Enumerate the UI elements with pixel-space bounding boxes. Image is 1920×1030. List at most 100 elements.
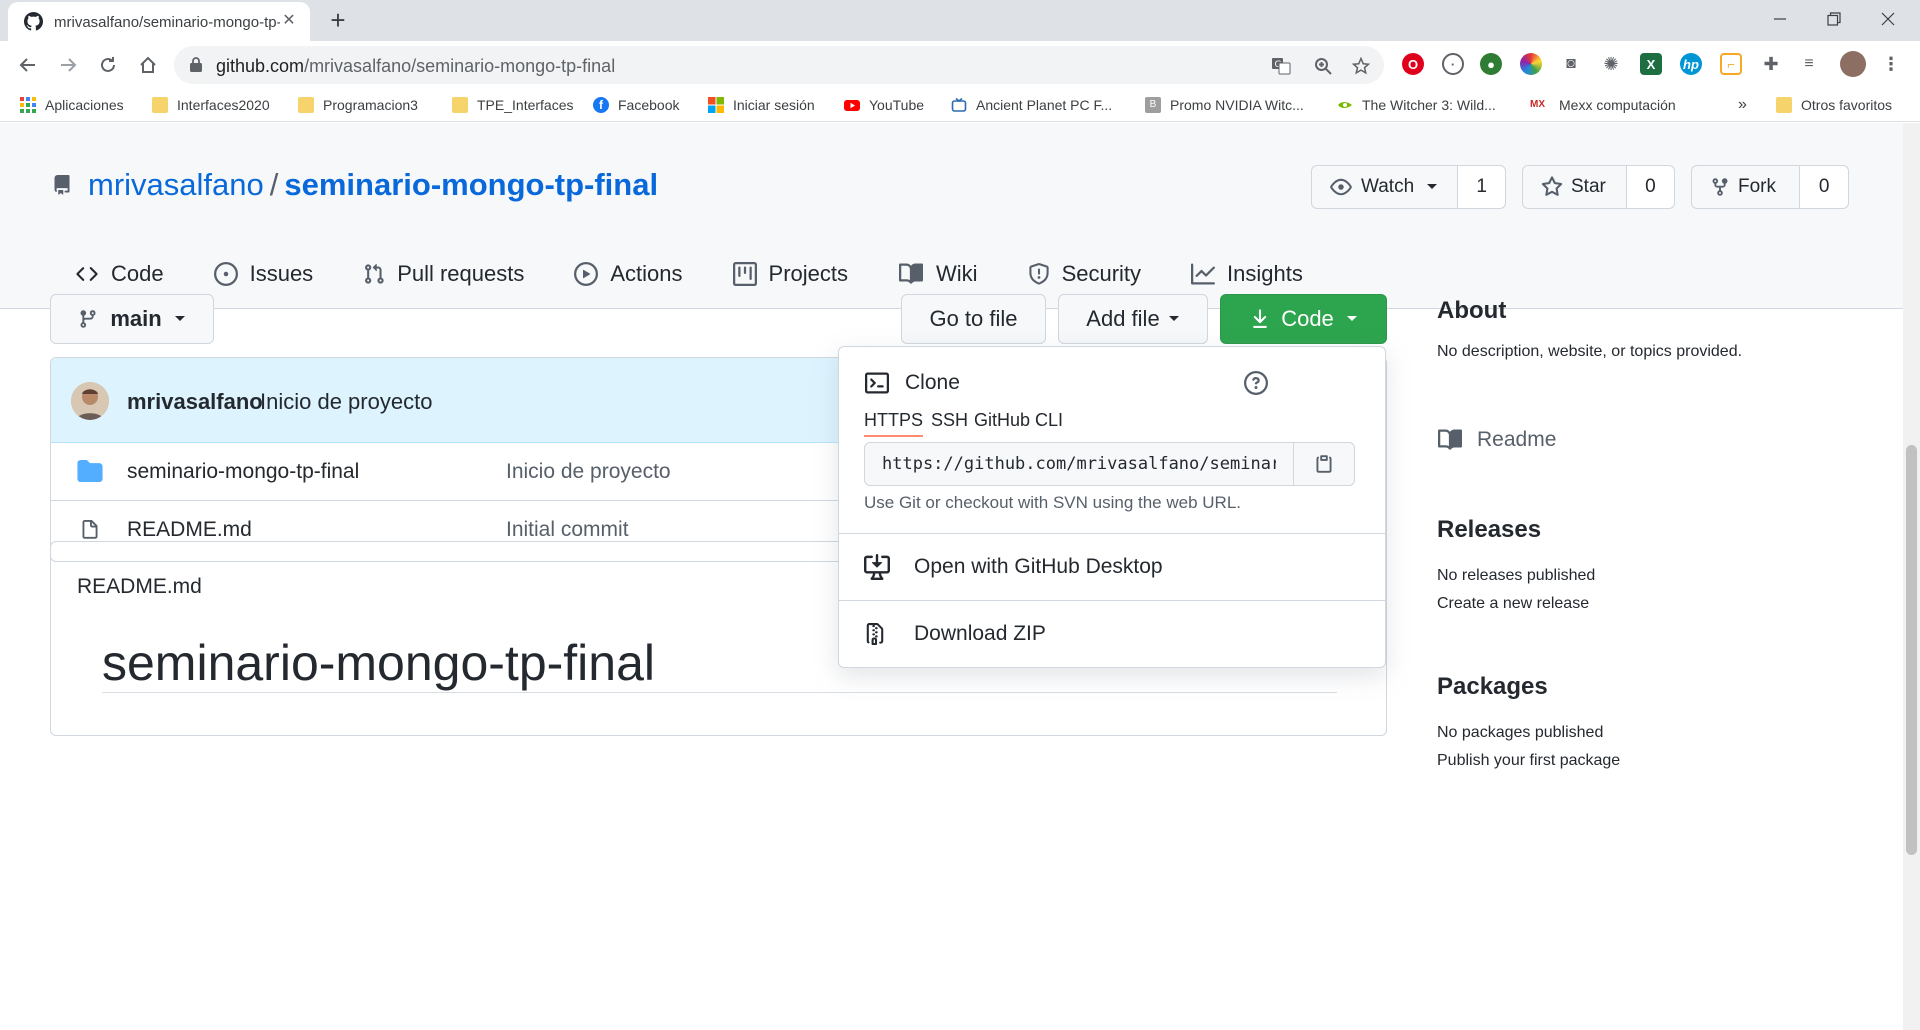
star-button[interactable]: Star — [1523, 166, 1626, 208]
chrome-menu-icon[interactable]: ⋮ — [1880, 53, 1902, 75]
project-icon — [732, 262, 757, 286]
extension-circle-icon[interactable]: · — [1442, 53, 1464, 75]
caret-down-icon — [174, 316, 185, 321]
clone-title: Clone — [905, 371, 960, 394]
bookmark-microsoft[interactable]: Iniciar sesión — [708, 95, 815, 115]
excel-extension-icon[interactable]: X — [1640, 53, 1662, 75]
reload-icon — [101, 57, 115, 72]
file-name[interactable]: README.md — [127, 518, 252, 542]
crop-extension-icon[interactable]: ⌐ — [1720, 53, 1742, 75]
play-circle-icon — [574, 262, 599, 286]
bookmark-star-icon[interactable] — [1350, 55, 1372, 77]
media-queue-icon[interactable]: ≡ — [1798, 53, 1820, 75]
readme-title[interactable]: README.md — [77, 575, 202, 599]
github-page: mrivasalfano / seminario-mongo-tp-final Wa… — [0, 123, 1903, 1030]
bookmark-youtube[interactable]: YouTube — [844, 95, 924, 115]
file-name[interactable]: seminario-mongo-tp-final — [127, 460, 359, 484]
scrollbar-thumb[interactable] — [1906, 445, 1917, 855]
profile-avatar-icon[interactable] — [1840, 51, 1866, 77]
create-release-link[interactable]: Create a new release — [1437, 595, 1847, 613]
watch-button[interactable]: Watch — [1312, 166, 1457, 208]
facebook-icon: f — [593, 97, 609, 113]
clone-url-input[interactable] — [865, 443, 1293, 485]
clone-hint: Use Git or checkout with SVN using the w… — [864, 493, 1241, 512]
publish-package-link[interactable]: Publish your first package — [1437, 752, 1847, 770]
fork-count[interactable]: 0 — [1799, 166, 1848, 208]
extension-globe-icon[interactable]: ● — [1480, 53, 1502, 75]
bookmarks-bar: Aplicaciones Interfaces2020 Programacion… — [0, 88, 1920, 122]
repo-name-link[interactable]: seminario-mongo-tp-final — [284, 167, 658, 202]
code-button[interactable]: Code — [1220, 294, 1387, 344]
file-commit-message[interactable]: Initial commit — [506, 518, 629, 542]
close-window-button[interactable] — [1858, 0, 1918, 38]
tab-projects[interactable]: Projects — [708, 239, 873, 309]
go-to-file-button[interactable]: Go to file — [901, 294, 1046, 344]
file-commit-message[interactable]: Inicio de proyecto — [506, 460, 671, 484]
readme-link[interactable]: Readme — [1437, 428, 1847, 452]
download-zip-item[interactable]: Download ZIP — [839, 601, 1385, 667]
releases-title[interactable]: Releases — [1437, 516, 1847, 544]
bookmarks-overflow-button[interactable]: » — [1738, 95, 1747, 115]
bookmark-folder[interactable]: Interfaces2020 — [152, 95, 270, 115]
tab-close-icon[interactable]: ✕ — [280, 12, 298, 30]
browser-tab[interactable]: mrivasalfano/seminario-mongo-tp-final ✕ — [8, 2, 310, 41]
branch-select-button[interactable]: main — [50, 294, 214, 344]
bookmark-nvidia[interactable]: The Witcher 3: Wild... — [1337, 95, 1496, 115]
open-desktop-item[interactable]: Open with GitHub Desktop — [839, 534, 1385, 600]
camera-extension-icon[interactable]: ◙ — [1560, 53, 1582, 75]
star-count[interactable]: 0 — [1625, 166, 1674, 208]
tab-https[interactable]: HTTPS — [864, 410, 924, 437]
tab-ssh[interactable]: SSH — [931, 410, 968, 431]
bookmark-folder[interactable]: TPE_Interfaces — [452, 95, 574, 115]
nvidia-icon — [1338, 102, 1352, 108]
bookmark-site[interactable]: MX Mexx computación — [1530, 95, 1676, 115]
watch-count[interactable]: 1 — [1457, 166, 1505, 208]
forward-button[interactable] — [54, 51, 82, 79]
new-tab-button[interactable]: + — [324, 6, 352, 34]
other-bookmarks[interactable]: Otros favoritos — [1776, 95, 1892, 115]
address-bar[interactable]: github.com/mrivasalfano/seminario-mongo-… — [174, 46, 1384, 84]
minimize-icon — [1774, 18, 1786, 20]
readme-heading: seminario-mongo-tp-final — [102, 635, 656, 691]
fork-button[interactable]: Fork — [1692, 166, 1799, 208]
readme-divider — [102, 692, 1337, 693]
copy-url-button[interactable] — [1293, 442, 1355, 486]
hp-extension-icon[interactable]: hp — [1680, 53, 1702, 75]
packages-title[interactable]: Packages — [1437, 673, 1847, 701]
page-scrollbar[interactable] — [1903, 123, 1920, 1030]
commit-message[interactable]: Inicio de proyecto — [260, 389, 432, 415]
bookmark-site[interactable]: Ancient Planet PC F... — [951, 95, 1112, 115]
commit-author[interactable]: mrivasalfano — [127, 389, 263, 415]
home-button[interactable] — [134, 51, 162, 79]
reload-button[interactable] — [94, 51, 122, 79]
gear-extension-icon[interactable]: ✺ — [1600, 53, 1622, 75]
tab-actions[interactable]: Actions — [549, 239, 707, 309]
add-file-button[interactable]: Add file — [1058, 294, 1208, 344]
bookmark-apps[interactable]: Aplicaciones — [20, 95, 124, 115]
repo-title: mrivasalfano / seminario-mongo-tp-final — [88, 167, 658, 203]
folder-icon — [1776, 97, 1792, 113]
restore-icon — [1827, 12, 1841, 26]
book-icon — [1438, 429, 1463, 450]
tab-pull-requests[interactable]: Pull requests — [338, 239, 549, 309]
restore-button[interactable] — [1804, 0, 1864, 38]
avatar[interactable] — [71, 382, 109, 420]
minimize-button[interactable] — [1750, 0, 1810, 38]
question-icon[interactable] — [1244, 371, 1268, 395]
translate-icon[interactable]: G — [1270, 55, 1292, 77]
tab-github-cli[interactable]: GitHub CLI — [974, 410, 1063, 431]
bookmark-folder[interactable]: Programacion3 — [298, 95, 418, 115]
zoom-icon[interactable] — [1312, 55, 1334, 77]
browser-toolbar: github.com/mrivasalfano/seminario-mongo-… — [0, 41, 1920, 88]
opera-extension-icon[interactable]: O — [1402, 53, 1424, 75]
clone-url-field[interactable] — [864, 442, 1294, 486]
puzzle-extensions-icon[interactable]: ✚ — [1760, 53, 1782, 75]
color-picker-extension-icon[interactable] — [1520, 53, 1542, 75]
site-icon: B — [1145, 97, 1161, 113]
bookmark-site[interactable]: B Promo NVIDIA Witc... — [1145, 95, 1304, 115]
bookmark-facebook[interactable]: f Facebook — [593, 95, 679, 115]
tab-title: mrivasalfano/seminario-mongo-tp-final — [54, 14, 280, 31]
folder-icon — [77, 460, 103, 482]
back-button[interactable] — [14, 51, 42, 79]
repo-owner-link[interactable]: mrivasalfano — [88, 167, 264, 202]
